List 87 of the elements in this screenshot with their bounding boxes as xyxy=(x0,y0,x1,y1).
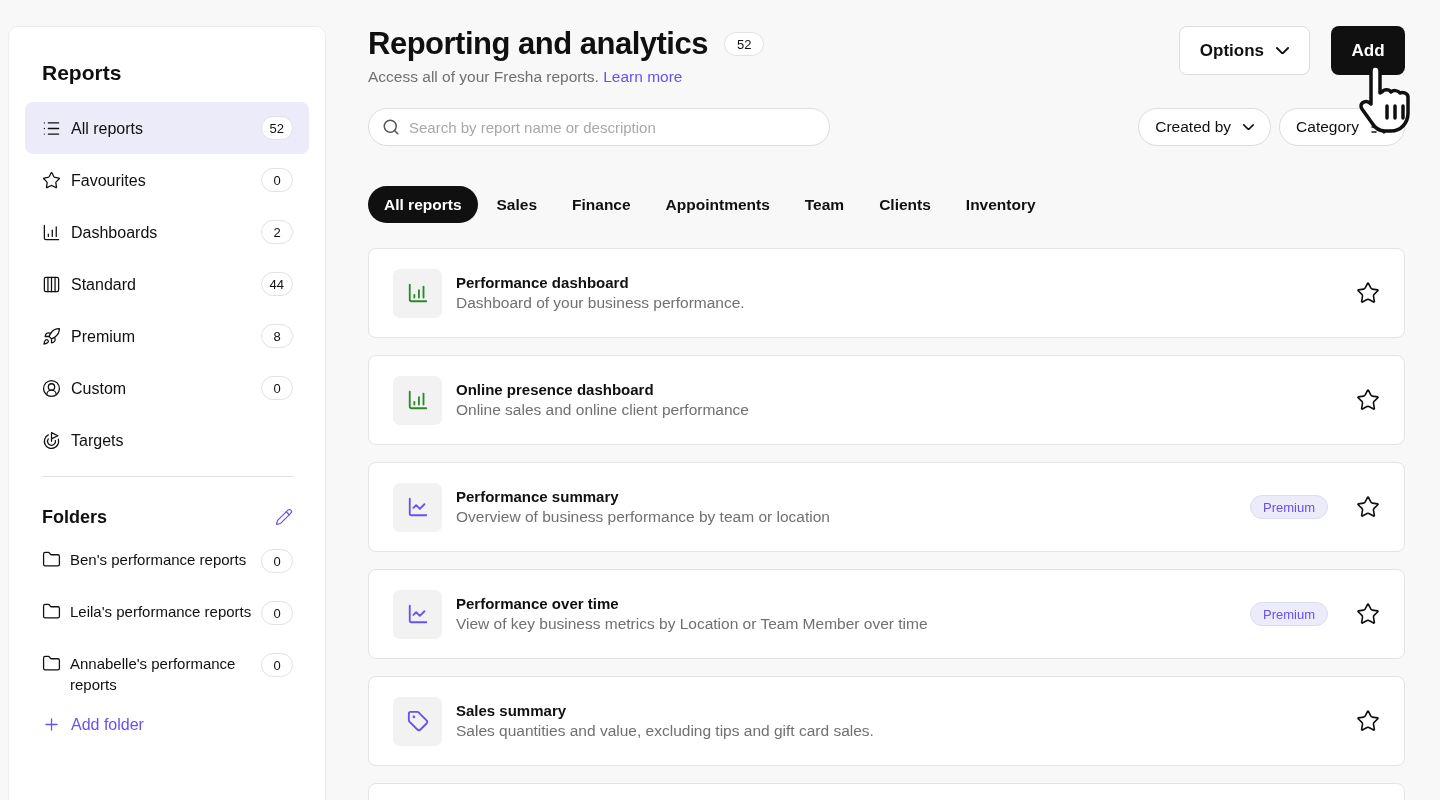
line-chart-icon xyxy=(406,603,429,625)
count-badge: 0 xyxy=(261,376,293,400)
count-badge: 0 xyxy=(261,653,293,677)
report-description: Dashboard of your business performance. xyxy=(456,294,746,312)
sidebar-item[interactable]: Dashboards 2 xyxy=(25,206,309,258)
page-title: Reporting and analytics xyxy=(368,26,708,62)
report-card[interactable]: Performance summary Overview of business performance by team or location Premium xyxy=(368,462,1405,552)
category-tab[interactable]: All reports xyxy=(368,186,478,223)
bar-chart-icon xyxy=(406,389,429,411)
user-circle-icon xyxy=(42,378,61,398)
item-label: Targets xyxy=(71,430,125,451)
count-badge: 2 xyxy=(261,220,293,244)
count-badge: 0 xyxy=(261,601,293,625)
plus-icon xyxy=(42,715,61,734)
category-tab[interactable]: Clients xyxy=(863,186,947,223)
chevron-down-icon xyxy=(1276,46,1289,55)
report-card[interactable]: Online presence dashboard Online sales and online client performance xyxy=(368,355,1405,445)
folders-title: Folders xyxy=(42,506,107,528)
search-icon xyxy=(382,118,400,136)
tag-icon xyxy=(406,710,429,732)
report-description: Sales quantities and value, excluding tips and gift card sales. xyxy=(456,722,875,740)
star-icon[interactable] xyxy=(1356,281,1380,305)
category-tab[interactable]: Inventory xyxy=(949,186,1052,223)
star-icon[interactable] xyxy=(1356,709,1380,733)
item-label: Annabelle's performance reports xyxy=(70,654,237,695)
report-description: Overview of business performance by team or location xyxy=(456,508,831,526)
sidebar-item[interactable]: Standard 44 xyxy=(25,258,309,310)
count-badge: 44 xyxy=(260,272,293,296)
item-label: Leila's performance reports xyxy=(70,602,252,622)
item-label: Dashboards xyxy=(71,222,159,243)
category-tab[interactable]: Sales xyxy=(480,186,554,223)
count-badge: 8 xyxy=(261,324,293,348)
line-chart-icon xyxy=(406,496,429,518)
count-badge: 0 xyxy=(261,549,293,573)
sidebar-title: Reports xyxy=(42,61,123,85)
report-card[interactable]: Sales summary Sales quantities and value, excluding tips and gift card sales. xyxy=(368,676,1405,766)
target-icon xyxy=(42,430,61,450)
chevron-down-icon xyxy=(1243,123,1255,130)
item-label: Premium xyxy=(71,326,136,347)
add-folder-link[interactable]: Add folder xyxy=(25,705,309,744)
category-tab[interactable]: Finance xyxy=(556,186,647,223)
report-card[interactable]: Performance dashboard Dashboard of your business performance. xyxy=(368,248,1405,338)
category-tab[interactable]: Appointments xyxy=(649,186,786,223)
filter-button[interactable]: Created by xyxy=(1138,108,1272,146)
edit-icon[interactable] xyxy=(275,508,293,526)
count-badge: 52 xyxy=(723,32,765,56)
options-button[interactable]: Options xyxy=(1178,26,1310,75)
page-subtitle: Access all of your Fresha reports. Learn more xyxy=(368,68,684,86)
folder-item[interactable]: Leila's performance reports 0 xyxy=(25,591,309,643)
item-label: All reports xyxy=(71,118,145,139)
star-icon[interactable] xyxy=(1356,602,1380,626)
count-badge: 52 xyxy=(260,116,293,140)
report-description: Online sales and online client performance xyxy=(456,401,750,419)
category-tab[interactable]: Team xyxy=(788,186,861,223)
sidebar-item[interactable]: Premium 8 xyxy=(25,310,309,362)
item-label: Ben's performance reports xyxy=(70,550,248,570)
report-title: Online presence dashboard xyxy=(456,381,655,398)
sidebar-item[interactable]: Targets xyxy=(25,414,309,466)
premium-badge: Premium xyxy=(1250,602,1328,626)
item-label: Favourites xyxy=(71,170,147,191)
report-description: View of key business metrics by Location or Team Member over time xyxy=(456,615,929,633)
star-icon[interactable] xyxy=(1356,495,1380,519)
sidebar-item[interactable]: Custom 0 xyxy=(25,362,309,414)
report-card[interactable]: Performance over time View of key business metrics by Location or Team Member over time Premium xyxy=(368,569,1405,659)
premium-badge: Premium xyxy=(1250,495,1328,519)
folder-item[interactable]: Ben's performance reports 0 xyxy=(25,539,309,591)
star-icon[interactable] xyxy=(1356,388,1380,412)
folder-icon xyxy=(42,550,61,569)
item-label: Custom xyxy=(71,378,128,399)
rocket-icon xyxy=(42,326,61,346)
columns-icon xyxy=(42,274,61,294)
learn-more-link[interactable]: Learn more xyxy=(603,68,683,85)
sidebar-item[interactable]: All reports 52 xyxy=(25,102,309,154)
item-label: Standard xyxy=(71,274,137,295)
folder-item[interactable]: Annabelle's performance reports 0 xyxy=(25,643,309,705)
count-badge: 0 xyxy=(261,168,293,192)
sidebar-item[interactable]: Favourites 0 xyxy=(25,154,309,206)
folder-icon xyxy=(42,602,61,621)
report-title: Performance over time xyxy=(456,595,620,612)
report-title: Performance dashboard xyxy=(456,274,630,291)
star-icon xyxy=(42,170,61,190)
bar-chart-icon xyxy=(406,282,429,304)
report-title: Sales summary xyxy=(456,702,568,719)
report-title: Performance summary xyxy=(456,488,620,505)
folder-icon xyxy=(42,654,61,673)
search-field[interactable]: Search by report name or description xyxy=(368,108,830,146)
bar-chart-icon xyxy=(42,222,61,242)
